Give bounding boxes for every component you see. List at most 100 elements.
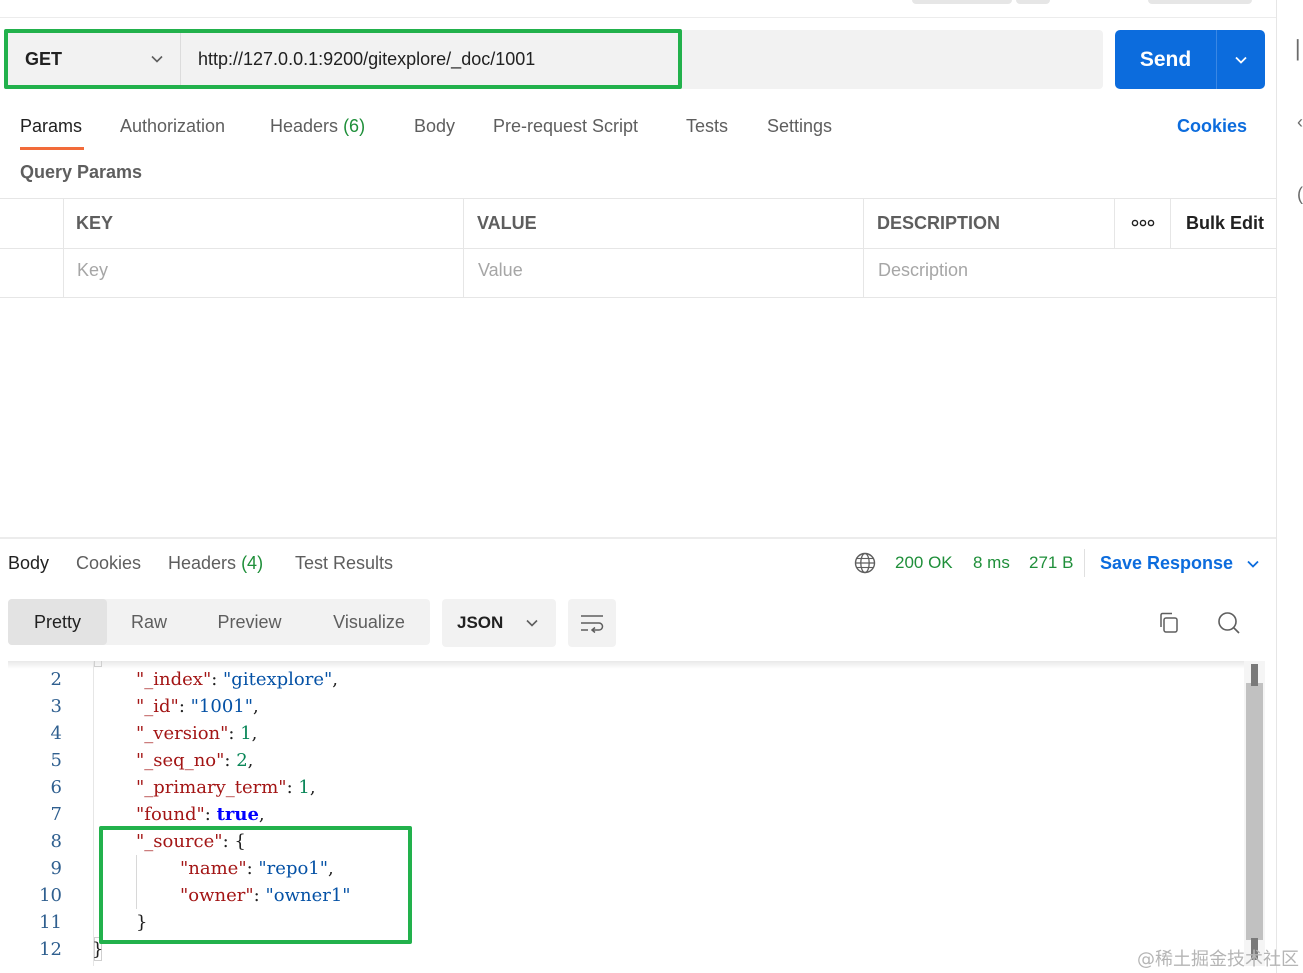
globe-icon[interactable] [854,552,876,574]
sidebar-icon[interactable]: ▏ [1297,40,1303,61]
status-code[interactable]: 200 OK [895,551,953,575]
sidebar-icon[interactable]: ‹ [1297,112,1303,133]
line-number: 7 [50,804,62,825]
code-token: "found" [136,804,205,825]
tab-body[interactable]: Body [414,114,455,138]
scrollbar-arrow[interactable] [1251,664,1258,686]
sidebar-icon[interactable]: ( [1297,184,1303,205]
code-token: : [228,723,241,744]
top-tab-fragment[interactable] [1016,0,1050,4]
copy-icon[interactable] [1155,609,1183,637]
response-size[interactable]: 271 B [1029,551,1073,575]
divider [1084,549,1085,577]
line-number: 9 [50,858,62,879]
code-token: "_version" [136,723,229,744]
active-tab-indicator [20,147,84,150]
wrap-lines-button[interactable] [568,599,616,647]
code-token: 1 [298,777,310,798]
view-pretty-button[interactable]: Pretty [8,599,107,645]
view-preview-button[interactable]: Preview [191,599,308,645]
code-line: } [92,936,103,963]
tab-headers[interactable]: Headers (6) [270,114,365,138]
save-response-button[interactable]: Save Response [1100,551,1260,575]
key-input[interactable]: Key [77,257,108,283]
cookies-link[interactable]: Cookies [1177,114,1247,138]
code-token: : [224,750,237,771]
tab-tests[interactable]: Tests [686,114,728,138]
top-tab-fragment[interactable] [912,0,1012,4]
send-options-button[interactable] [1216,30,1265,89]
view-visualize-button[interactable]: Visualize [308,599,430,645]
description-input[interactable]: Description [878,257,968,283]
response-tab-headers-label: Headers [168,553,237,573]
wrap-lines-icon [581,615,604,634]
scrollbar-thumb[interactable] [1246,683,1263,940]
response-tab-test-results[interactable]: Test Results [295,551,393,575]
code-line: "name": "repo1", [180,855,334,882]
code-token: : [253,885,266,906]
response-time[interactable]: 8 ms [973,551,1010,575]
tab-params[interactable]: Params [20,114,82,138]
tab-pre-request-script[interactable]: Pre-request Script [493,114,638,138]
code-token: "_seq_no" [136,750,225,771]
column-divider [1114,199,1115,248]
send-button[interactable]: Send [1115,30,1265,89]
code-token: , [253,696,259,717]
chevron-down-icon [151,55,163,63]
code-token: , [247,750,254,771]
save-response-label: Save Response [1100,553,1234,573]
pane-resize-divider[interactable] [0,537,1276,539]
code-token: , [258,804,265,825]
column-header-value: VALUE [477,213,537,233]
table-row-divider [0,248,1276,249]
method-label: GET [25,49,63,69]
tab-settings[interactable]: Settings [767,114,832,138]
code-token: } [92,939,104,960]
response-tab-cookies[interactable]: Cookies [76,551,141,575]
line-number: 8 [50,831,62,852]
code-line: } [136,909,147,936]
code-token: "_primary_term" [136,777,287,798]
url-input[interactable]: http://127.0.0.1:9200/gitexplore/_doc/10… [198,30,535,89]
top-strip [0,0,1276,18]
column-header-key: KEY [76,213,114,233]
format-select[interactable]: JSON [442,599,556,647]
bulk-edit-button[interactable]: Bulk Edit [1186,210,1264,236]
line-number: 2 [50,669,62,690]
top-tab-fragment[interactable] [1148,0,1252,4]
method-select[interactable]: GET [6,30,181,89]
chevron-down-icon [526,619,538,627]
code-token: 1 [240,723,252,744]
line-number: 11 [39,912,62,933]
value-input[interactable]: Value [478,257,523,283]
code-token: , [309,777,316,798]
code-token: "_index" [136,669,212,690]
code-line: "_seq_no": 2, [136,747,253,774]
code-token: true [216,804,259,825]
code-token: : { [222,831,246,852]
line-number: 4 [50,723,62,744]
response-tab-headers[interactable]: Headers (4) [168,551,263,575]
code-token: : [204,804,217,825]
more-options-icon[interactable] [1130,214,1156,232]
code-line: "owner": "owner1" [180,882,351,909]
line-number: 12 [39,939,62,960]
gutter-divider [93,661,94,966]
view-raw-button[interactable]: Raw [107,599,191,645]
code-line: "_version": 1, [136,720,257,747]
fold-marker[interactable] [94,661,102,667]
line-number: 5 [50,750,62,771]
code-token: "name" [180,858,247,879]
response-tab-body[interactable]: Body [8,551,49,575]
search-icon[interactable] [1215,609,1243,637]
column-header-description: DESCRIPTION [877,213,1001,233]
line-number: 6 [50,777,62,798]
column-divider [1170,199,1171,248]
code-token: "_id" [136,696,179,717]
column-divider [463,199,464,297]
indent-guide [136,855,137,909]
tab-headers-count: (6) [343,116,366,136]
response-tab-headers-count: (4) [241,553,264,573]
code-token: : [286,777,299,798]
tab-authorization[interactable]: Authorization [120,114,225,138]
